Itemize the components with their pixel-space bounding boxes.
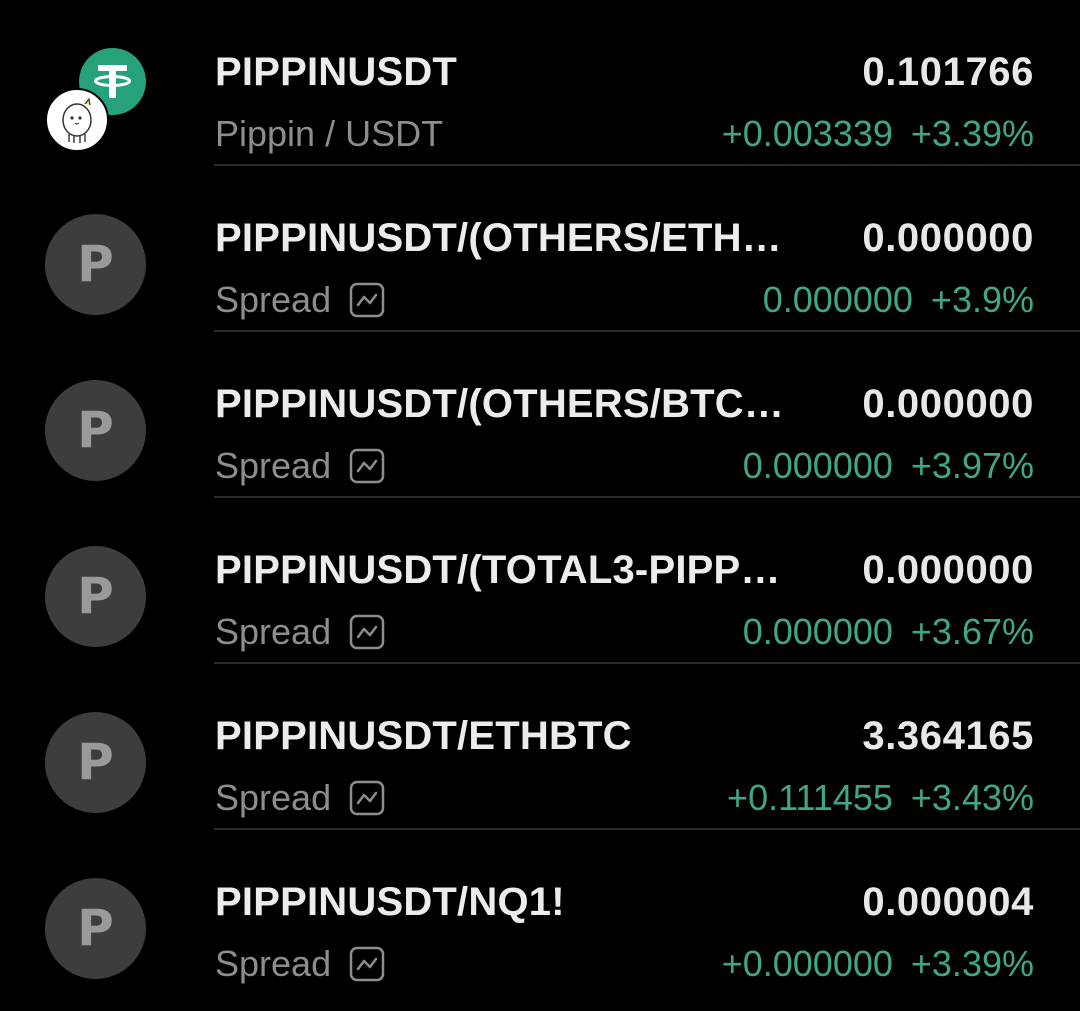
change-value: +0.000000 — [721, 943, 893, 984]
watchlist: PIPPINUSDT Pippin / USDT 0.101766 +0.003… — [0, 0, 1080, 1011]
symbol-description-text: Pippin / USDT — [215, 113, 444, 154]
symbol-description: Spread — [215, 279, 385, 321]
last-price: 3.364165 — [862, 714, 1034, 758]
symbol-logo — [45, 48, 149, 152]
price-change: 0.000000 +3.97% — [743, 445, 1034, 487]
price-change: +0.111455 +3.43% — [727, 777, 1034, 819]
symbol-description-text: Spread — [215, 445, 332, 486]
letter-avatar: P — [45, 546, 146, 647]
symbol-name: PIPPINUSDT/(TOTAL3-PIPP… — [215, 548, 781, 592]
letter-avatar: P — [45, 712, 146, 813]
symbol-description-text: Spread — [215, 943, 332, 984]
spread-chart-icon — [349, 614, 385, 650]
watchlist-row-spread[interactable]: P PIPPINUSDT/(OTHERS/ETH… Spread 0.00000… — [0, 166, 1080, 332]
change-value: 0.000000 — [742, 445, 893, 486]
watchlist-row-pippinusdt[interactable]: PIPPINUSDT Pippin / USDT 0.101766 +0.003… — [0, 0, 1080, 166]
price-change: 0.000000 +3.9% — [763, 279, 1034, 321]
spread-chart-icon — [349, 448, 385, 484]
price-change: 0.000000 +3.67% — [743, 611, 1034, 653]
change-value: 0.000000 — [742, 611, 893, 652]
symbol-description: Pippin / USDT — [215, 113, 443, 155]
watchlist-row-spread[interactable]: P PIPPINUSDT/(OTHERS/BTC… Spread 0.00000… — [0, 332, 1080, 498]
change-percent: +3.39% — [910, 113, 1034, 154]
change-percent: +3.39% — [910, 943, 1034, 984]
symbol-name: PIPPINUSDT/ETHBTC — [215, 714, 632, 758]
watchlist-row-spread[interactable]: P PIPPINUSDT/(TOTAL3-PIPP… Spread 0.0000… — [0, 498, 1080, 664]
price-change: +0.003339 +3.39% — [722, 113, 1034, 155]
symbol-description-text: Spread — [215, 611, 332, 652]
symbol-name: PIPPINUSDT — [215, 50, 458, 94]
last-price: 0.000000 — [862, 382, 1034, 426]
symbol-description-text: Spread — [215, 279, 332, 320]
symbol-name: PIPPINUSDT/(OTHERS/BTC… — [215, 382, 785, 426]
last-price: 0.101766 — [862, 50, 1034, 94]
last-price: 0.000000 — [862, 216, 1034, 260]
watchlist-row-spread[interactable]: P PIPPINUSDT/ETHBTC Spread 3.364165 +0.1… — [0, 664, 1080, 830]
symbol-description-text: Spread — [215, 777, 332, 818]
pippin-icon — [45, 88, 109, 152]
last-price: 0.000004 — [862, 880, 1034, 924]
symbol-description: Spread — [215, 445, 385, 487]
letter-avatar: P — [45, 878, 146, 979]
spread-chart-icon — [349, 946, 385, 982]
spread-chart-icon — [349, 282, 385, 318]
symbol-name: PIPPINUSDT/NQ1! — [215, 880, 565, 924]
spread-chart-icon — [349, 780, 385, 816]
letter-avatar: P — [45, 214, 146, 315]
symbol-description: Spread — [215, 777, 385, 819]
change-value: +0.111455 — [727, 777, 893, 818]
last-price: 0.000000 — [862, 548, 1034, 592]
symbol-description: Spread — [215, 943, 385, 985]
price-change: +0.000000 +3.39% — [722, 943, 1034, 985]
watchlist-row-spread[interactable]: P PIPPINUSDT/NQ1! Spread 0.000004 +0.000… — [0, 830, 1080, 996]
change-percent: +3.9% — [930, 279, 1034, 320]
symbol-name: PIPPINUSDT/(OTHERS/ETH… — [215, 216, 782, 260]
letter-avatar: P — [45, 380, 146, 481]
symbol-description: Spread — [215, 611, 385, 653]
change-value: +0.003339 — [721, 113, 893, 154]
change-percent: +3.97% — [910, 445, 1034, 486]
change-value: 0.000000 — [762, 279, 913, 320]
change-percent: +3.43% — [910, 777, 1034, 818]
change-percent: +3.67% — [910, 611, 1034, 652]
